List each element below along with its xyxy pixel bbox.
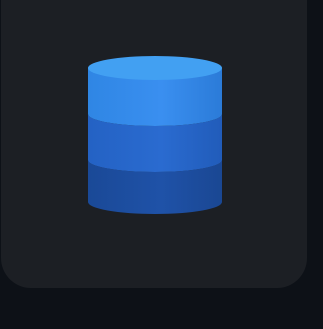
database-top-ellipse [88,56,222,80]
app-icon-canvas [0,0,323,329]
database-icon [88,56,222,214]
